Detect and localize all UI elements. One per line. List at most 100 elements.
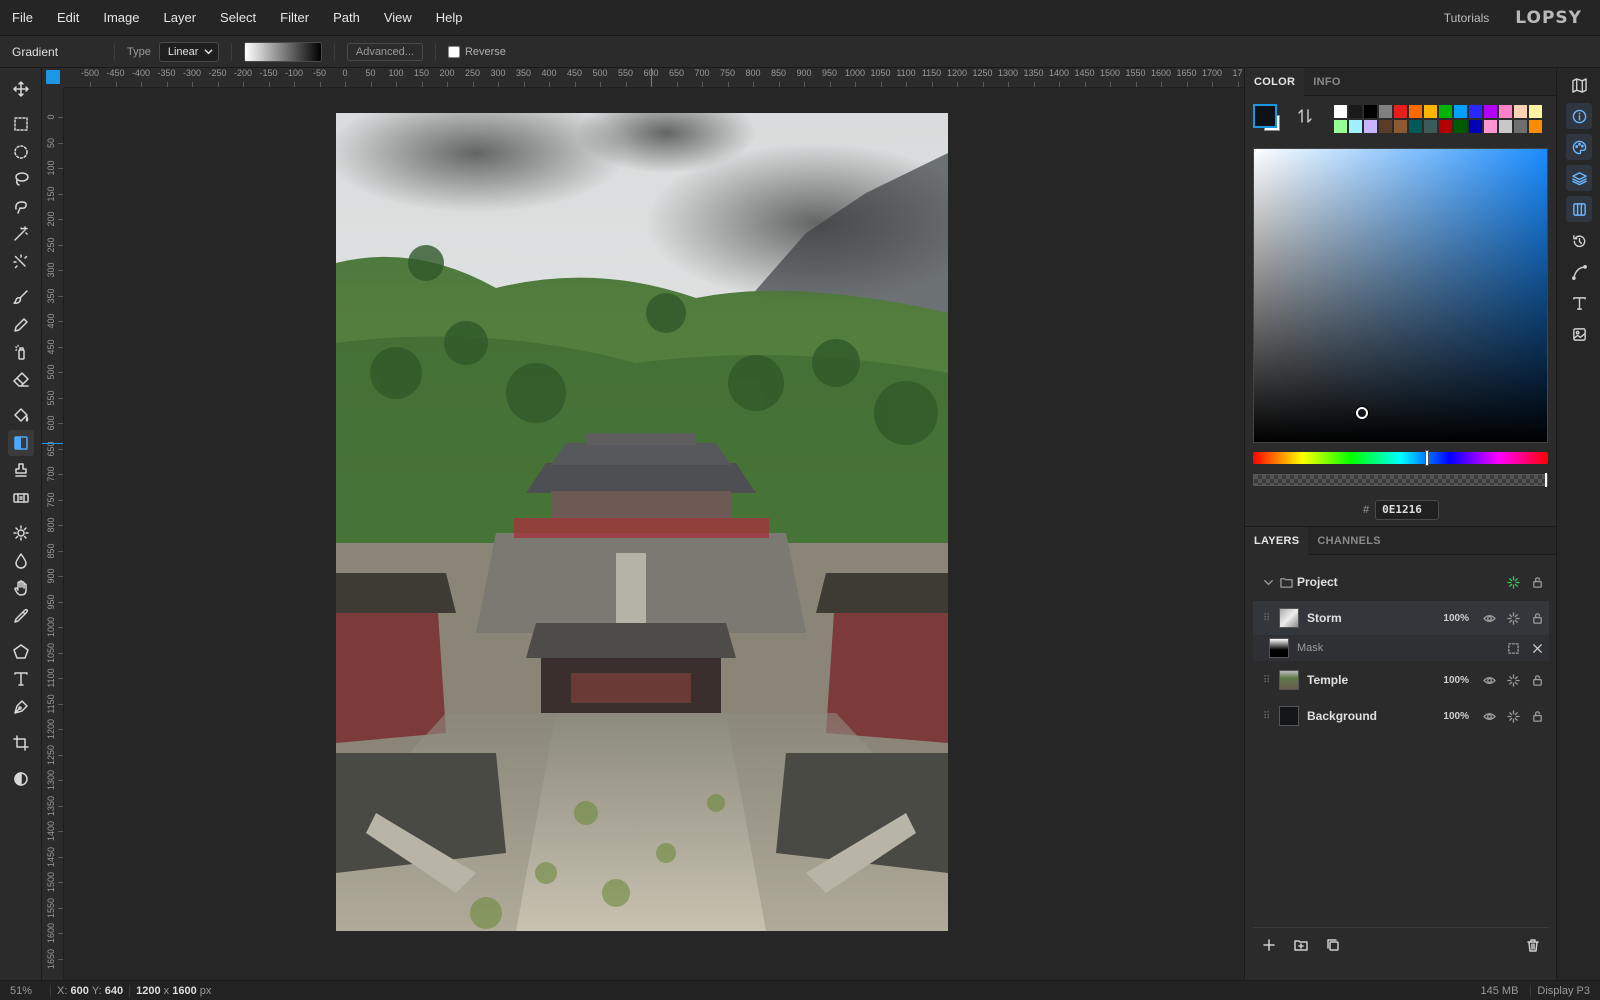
sparkle-icon[interactable]	[1501, 673, 1525, 687]
drag-handle-icon[interactable]: ⠿	[1263, 675, 1277, 686]
hand-tool[interactable]	[8, 575, 34, 601]
menu-image[interactable]: Image	[91, 0, 151, 36]
checkbox-box[interactable]	[447, 45, 460, 58]
alpha-slider-handle[interactable]	[1545, 473, 1547, 487]
palette-swatch[interactable]	[1498, 119, 1513, 134]
drag-handle-icon[interactable]: ⠿	[1263, 711, 1277, 722]
palette-swatch[interactable]	[1528, 119, 1543, 134]
info-panel-button[interactable]	[1566, 103, 1592, 129]
quick-select-tool[interactable]	[8, 249, 34, 275]
lock-icon[interactable]	[1525, 612, 1549, 625]
tutorials-link[interactable]: Tutorials	[1444, 11, 1490, 25]
lasso-tool[interactable]	[8, 166, 34, 192]
sparkle-icon[interactable]	[1501, 709, 1525, 723]
hue-slider[interactable]	[1253, 450, 1548, 466]
layer-row-temple[interactable]: ⠿ Temple 100%	[1253, 663, 1549, 697]
canvas-viewport[interactable]	[64, 88, 1244, 980]
layer-opacity[interactable]: 100%	[1435, 711, 1469, 722]
color-panel-button[interactable]	[1566, 134, 1592, 160]
select-mask-icon[interactable]	[1501, 642, 1525, 655]
palette-swatch[interactable]	[1423, 104, 1438, 119]
duplicate-layer-button[interactable]	[1317, 938, 1349, 952]
delete-layer-button[interactable]	[1517, 938, 1549, 952]
alpha-slider[interactable]	[1253, 473, 1548, 487]
layer-row-storm[interactable]: ⠿ Storm 100%	[1253, 601, 1549, 635]
navigator-button[interactable]	[1566, 72, 1592, 98]
spray-tool[interactable]	[8, 339, 34, 365]
palette-swatch[interactable]	[1393, 119, 1408, 134]
swap-colors-icon[interactable]	[1297, 108, 1313, 124]
eyedropper-tool[interactable]	[8, 603, 34, 629]
palette-swatch[interactable]	[1378, 119, 1393, 134]
palette-swatch[interactable]	[1348, 104, 1363, 119]
paint-bucket-tool[interactable]	[8, 402, 34, 428]
palette-swatch[interactable]	[1333, 119, 1348, 134]
palette-swatch[interactable]	[1438, 104, 1453, 119]
add-layer-button[interactable]	[1253, 938, 1285, 952]
color-picker-cursor[interactable]	[1356, 407, 1368, 419]
rect-select-tool[interactable]	[8, 111, 34, 137]
dodge-tool[interactable]	[8, 520, 34, 546]
menu-select[interactable]: Select	[208, 0, 268, 36]
crop-tool[interactable]	[8, 730, 34, 756]
palette-swatch[interactable]	[1468, 104, 1483, 119]
foreground-color-swatch[interactable]	[1253, 104, 1277, 128]
stamp-tool[interactable]	[8, 457, 34, 483]
reverse-checkbox[interactable]: Reverse	[447, 45, 506, 58]
palette-swatch[interactable]	[1513, 119, 1528, 134]
palette-swatch[interactable]	[1423, 119, 1438, 134]
layer-name[interactable]: Mask	[1297, 642, 1501, 654]
palette-swatch[interactable]	[1393, 104, 1408, 119]
pen-tool[interactable]	[8, 694, 34, 720]
menu-layer[interactable]: Layer	[152, 0, 209, 36]
palette-swatch[interactable]	[1528, 104, 1543, 119]
lock-icon[interactable]	[1525, 674, 1549, 687]
image-panel-button[interactable]	[1566, 321, 1592, 347]
text-tool[interactable]	[8, 666, 34, 692]
menu-view[interactable]: View	[372, 0, 424, 36]
ellipse-select-tool[interactable]	[8, 139, 34, 165]
eye-icon[interactable]	[1477, 612, 1501, 625]
palette-swatch[interactable]	[1468, 119, 1483, 134]
hex-input[interactable]: 0E1216	[1375, 500, 1440, 520]
magnetic-lasso-tool[interactable]	[8, 194, 34, 220]
layer-row-background[interactable]: ⠿ Background 100%	[1253, 699, 1549, 733]
chevron-down-icon[interactable]	[1261, 576, 1275, 589]
palette-swatch[interactable]	[1363, 119, 1378, 134]
layer-row-mask[interactable]: Mask	[1253, 635, 1549, 661]
palette-swatch[interactable]	[1513, 104, 1528, 119]
palette-swatch[interactable]	[1438, 119, 1453, 134]
polygon-tool[interactable]	[8, 639, 34, 665]
gradient-preview[interactable]	[243, 41, 322, 62]
close-icon[interactable]	[1525, 642, 1549, 655]
patch-tool[interactable]	[8, 485, 34, 511]
eye-icon[interactable]	[1477, 710, 1501, 723]
document-canvas[interactable]	[336, 113, 948, 931]
gradient-type-select[interactable]: Linear	[158, 41, 219, 62]
character-panel-button[interactable]	[1566, 290, 1592, 316]
color-profile[interactable]: Display P3	[1537, 985, 1590, 997]
gradient-tool[interactable]	[8, 430, 34, 456]
layer-opacity[interactable]: 100%	[1435, 675, 1469, 686]
palette-swatch[interactable]	[1498, 104, 1513, 119]
eraser-tool[interactable]	[8, 367, 34, 393]
layer-name[interactable]: Temple	[1307, 673, 1435, 687]
palette-swatch[interactable]	[1483, 104, 1498, 119]
pencil-tool[interactable]	[8, 312, 34, 338]
tab-color[interactable]: COLOR	[1245, 68, 1305, 96]
tab-channels[interactable]: CHANNELS	[1308, 527, 1390, 555]
brush-tool[interactable]	[8, 284, 34, 310]
ruler-origin-marker[interactable]	[46, 70, 60, 84]
palette-swatch[interactable]	[1333, 104, 1348, 119]
advanced-button[interactable]: Advanced...	[346, 42, 423, 61]
tab-info[interactable]: INFO	[1304, 68, 1349, 96]
saturation-value-picker[interactable]	[1253, 148, 1548, 443]
layer-group-row[interactable]: Project	[1253, 565, 1549, 599]
drag-handle-icon[interactable]: ⠿	[1263, 613, 1277, 624]
eye-icon[interactable]	[1477, 674, 1501, 687]
move-tool[interactable]	[8, 76, 34, 102]
palette-swatch[interactable]	[1453, 119, 1468, 134]
history-panel-button[interactable]	[1566, 228, 1592, 254]
layer-opacity[interactable]: 100%	[1435, 613, 1469, 624]
tab-layers[interactable]: LAYERS	[1245, 527, 1309, 555]
